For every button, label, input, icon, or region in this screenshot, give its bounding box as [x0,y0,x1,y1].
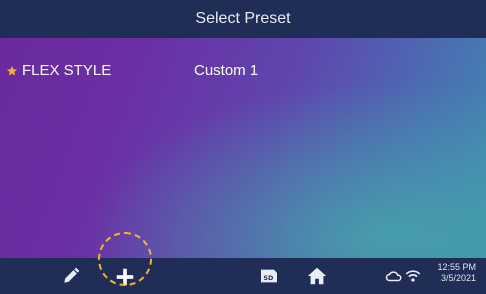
home-icon[interactable] [305,264,329,288]
title-bar: Select Preset [0,0,486,38]
preset-screen: Select Preset FLEX STYLE Custom 1 SD 12:… [0,0,486,294]
preset-list: FLEX STYLE Custom 1 [0,38,486,258]
svg-text:SD: SD [263,274,273,282]
add-highlight-circle [98,232,152,286]
clock-date: 3/5/2021 [440,273,476,283]
star-icon [7,65,17,75]
sd-card-icon[interactable]: SD [258,267,280,285]
preset-value: Custom 1 [194,62,259,79]
page-title: Select Preset [195,10,291,27]
cloud-icon[interactable] [384,267,404,285]
clock: 12:55 PM 3/5/2021 [437,262,476,284]
bottom-toolbar: SD 12:55 PM 3/5/2021 [0,258,486,294]
pencil-icon[interactable] [60,265,82,287]
clock-time: 12:55 PM [437,262,476,272]
wifi-icon[interactable] [404,267,422,285]
preset-name: FLEX STYLE [22,62,112,79]
preset-item[interactable]: FLEX STYLE Custom 1 [6,62,258,79]
